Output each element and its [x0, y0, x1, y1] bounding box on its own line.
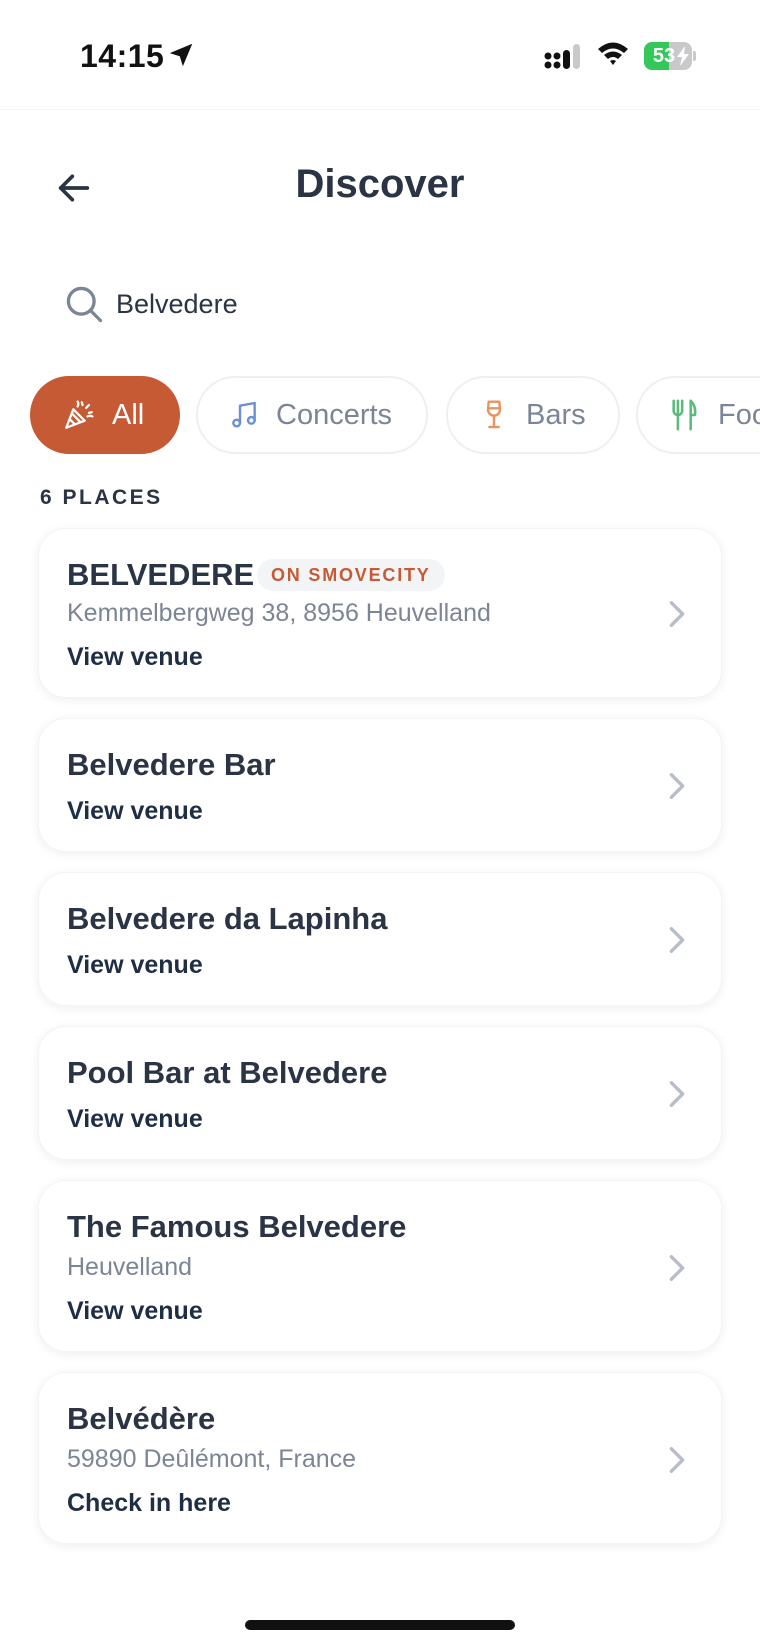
place-address: Kemmelbergweg 38, 8956 Heuvelland: [67, 599, 491, 627]
filter-chip-food[interactable]: Food: [636, 376, 760, 454]
check-in-link[interactable]: Check in here: [67, 1489, 231, 1518]
place-card[interactable]: Belvedere da Lapinha View venue: [38, 872, 722, 1006]
place-name: Belvédère: [67, 1401, 216, 1436]
view-venue-link[interactable]: View venue: [67, 1105, 203, 1134]
music-note-icon: [232, 401, 256, 428]
header: Discover: [0, 140, 760, 236]
view-venue-link[interactable]: View venue: [67, 951, 203, 980]
place-name: BELVEDERE: [67, 557, 255, 592]
search-input[interactable]: [116, 288, 676, 320]
filter-chips: All Concerts Bars Food: [0, 376, 760, 456]
place-card[interactable]: Pool Bar at Belvedere View venue: [38, 1026, 722, 1160]
wifi-icon: [598, 42, 628, 65]
place-address: Heuvelland: [67, 1253, 193, 1281]
chevron-right-icon: [669, 1081, 685, 1107]
place-card[interactable]: Belvedere Bar View venue: [38, 718, 722, 852]
chevron-right-icon: [669, 1447, 685, 1473]
place-name: The Famous Belvedere: [67, 1209, 407, 1244]
place-name: Belvedere da Lapinha: [67, 901, 388, 936]
charging-bolt-icon: [677, 46, 689, 66]
chevron-right-icon: [669, 927, 685, 953]
filter-chip-bars[interactable]: Bars: [446, 376, 620, 454]
place-card[interactable]: Belvédère 59890 Deûlémont, France Check …: [38, 1372, 722, 1544]
battery-indicator: 53: [644, 42, 696, 70]
filter-chip-concerts[interactable]: Concerts: [196, 376, 428, 454]
view-venue-link[interactable]: View venue: [67, 643, 203, 672]
fork-knife-icon: [672, 399, 697, 431]
home-indicator[interactable]: [245, 1620, 515, 1630]
search-icon: [66, 286, 103, 323]
page-title: Discover: [295, 162, 465, 206]
view-venue-link[interactable]: View venue: [67, 797, 203, 826]
status-badge: ON SMOVECITY: [257, 559, 445, 591]
filter-chip-all[interactable]: All: [30, 376, 180, 454]
party-popper-icon: [65, 400, 94, 429]
search-bar[interactable]: [50, 268, 710, 340]
filter-chip-label: Concerts: [276, 398, 393, 431]
place-name: Pool Bar at Belvedere: [67, 1055, 388, 1090]
filter-chip-label: All: [112, 398, 145, 431]
filter-chip-label: Food: [718, 398, 760, 431]
places-count: 6 PLACES: [40, 486, 163, 509]
wine-glass-icon: [486, 400, 502, 429]
view-venue-link[interactable]: View venue: [67, 1297, 203, 1326]
filter-chip-label: Bars: [526, 398, 586, 431]
status-bar: 14:15 53: [0, 0, 760, 110]
chevron-right-icon: [669, 601, 685, 627]
place-address: 59890 Deûlémont, France: [67, 1445, 357, 1473]
place-name: Belvedere Bar: [67, 747, 276, 782]
cellular-signal-icon: [544, 44, 580, 69]
chevron-right-icon: [669, 1255, 685, 1281]
status-time: 14:15: [80, 38, 165, 74]
chevron-right-icon: [669, 773, 685, 799]
location-arrow-icon: [169, 43, 193, 67]
place-card[interactable]: The Famous Belvedere Heuvelland View ven…: [38, 1180, 722, 1352]
place-card[interactable]: BELVEDERE ON SMOVECITY Kemmelbergweg 38,…: [38, 528, 722, 698]
